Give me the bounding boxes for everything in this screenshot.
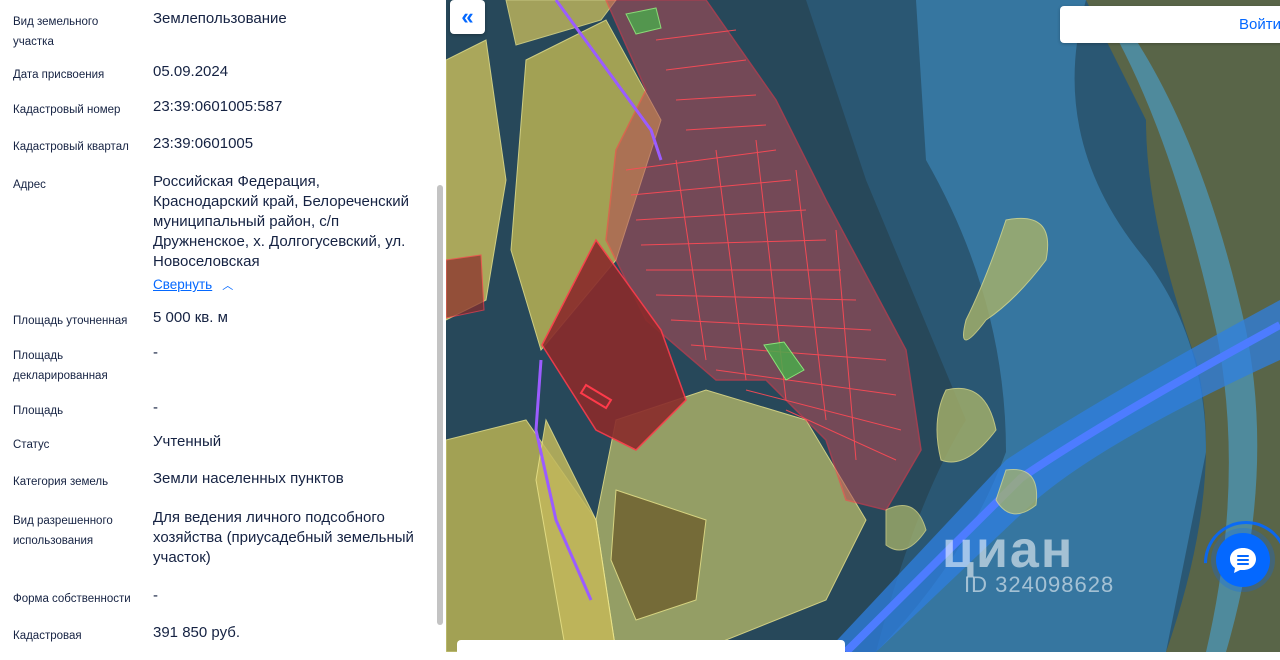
parcel-info-panel: Вид земельного участка Землепользование …: [0, 0, 446, 652]
bottom-card: [457, 640, 845, 660]
chevron-up-icon: ︿: [222, 280, 234, 292]
field-value: Для ведения личного подсобного хозяйства…: [153, 509, 414, 566]
field-label: Кадастровая: [13, 630, 82, 642]
field-label: Кадастровый номер: [13, 104, 121, 116]
field-value: Российская Федерация, Краснодарский край…: [153, 173, 410, 270]
field-value: -: [153, 399, 158, 416]
cadastral-map[interactable]: [446, 0, 1280, 652]
address-collapse-link[interactable]: Свернуть ︿: [153, 277, 233, 293]
field-value: -: [153, 344, 158, 361]
field-label: Вид земельного участка: [13, 16, 99, 48]
field-value: Учтенный: [153, 433, 222, 450]
collapse-panel-button[interactable]: «: [450, 0, 485, 34]
chat-bubble-icon: [1230, 548, 1256, 573]
field-label: Адрес: [13, 179, 46, 191]
field-value: 391 850 руб.: [153, 624, 240, 641]
field-label: Дата присвоения: [13, 69, 105, 81]
field-value: 05.09.2024: [153, 63, 229, 80]
field-label: Площадь уточненная: [13, 315, 128, 327]
panel-scrollbar[interactable]: [437, 185, 443, 625]
field-label: Вид разрешенного использования: [13, 515, 113, 547]
field-value: Земли населенных пунктов: [153, 470, 344, 487]
field-label: Площадь декларированная: [13, 350, 108, 382]
field-label: Площадь: [13, 405, 64, 417]
field-value: 5 000 кв. м: [153, 309, 228, 326]
field-value: 23:39:0601005:587: [153, 98, 283, 115]
field-value: -: [153, 587, 158, 604]
login-label: Войти: [1239, 16, 1280, 33]
parcel-outline: [446, 254, 485, 319]
field-value: Землепользование: [153, 10, 287, 27]
chat-button[interactable]: [1216, 533, 1270, 587]
collapse-label: Свернуть: [153, 277, 213, 292]
field-label: Категория земель: [13, 476, 109, 488]
double-chevron-left-icon: «: [461, 4, 474, 29]
field-label: Форма собственности: [13, 593, 131, 605]
map-layers: [446, 0, 1280, 652]
field-label: Статус: [13, 439, 50, 451]
login-button[interactable]: Войти: [1060, 6, 1280, 43]
field-value: 23:39:0601005: [153, 135, 254, 152]
field-label: Кадастровый квартал: [13, 141, 129, 153]
